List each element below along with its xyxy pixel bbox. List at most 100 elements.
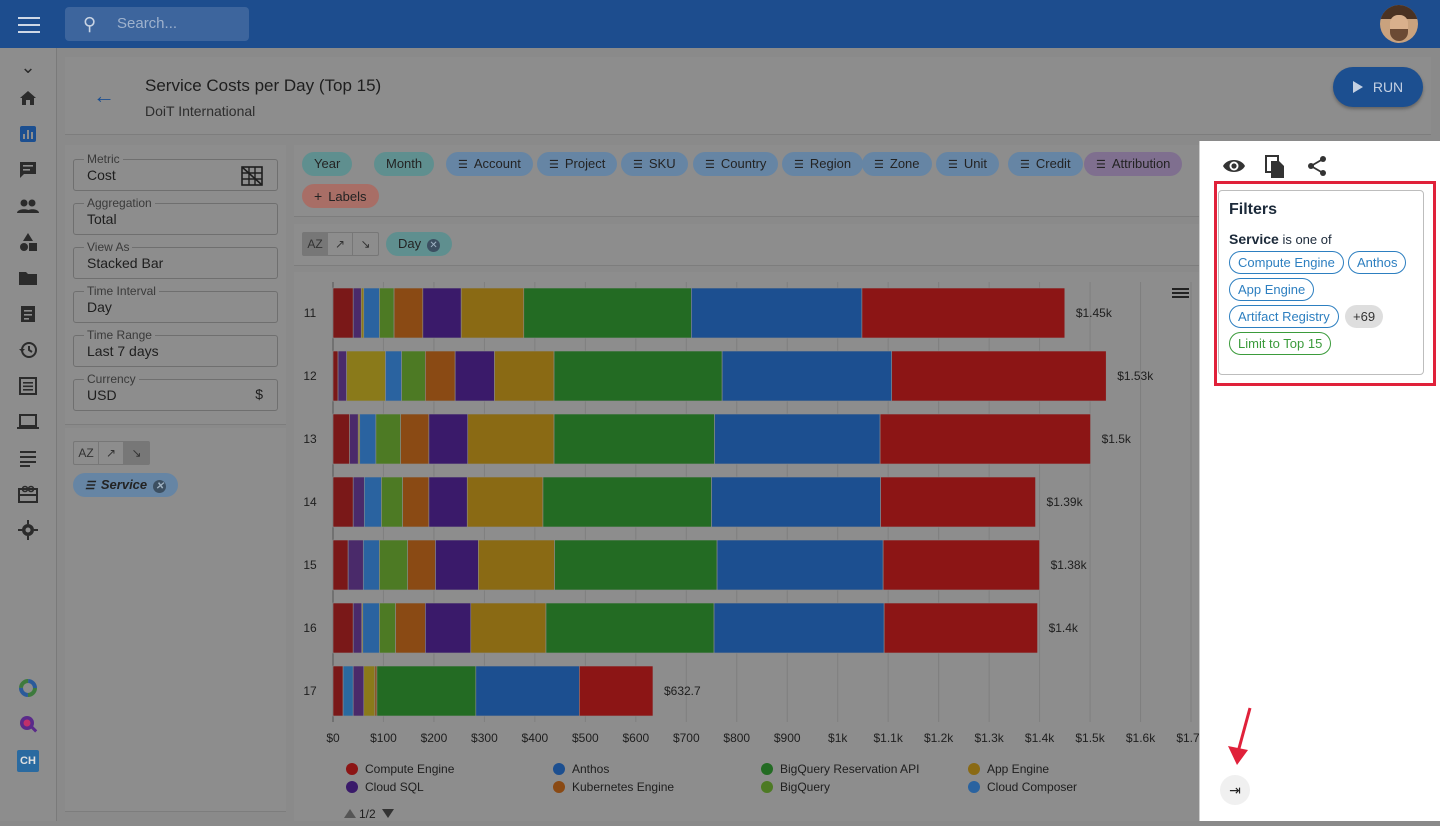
- gift-card-icon[interactable]: [17, 484, 39, 506]
- view-as-value: Stacked Bar: [87, 255, 164, 271]
- bar-segment: [435, 539, 479, 591]
- bar-total-label: $1.53k: [1117, 369, 1154, 383]
- back-arrow-icon[interactable]: ←: [93, 83, 115, 109]
- x-tick-label: $0: [326, 731, 340, 745]
- bar-segment: [475, 665, 580, 717]
- bar-segment: [362, 602, 380, 654]
- reports-icon[interactable]: [17, 124, 39, 146]
- project-chip[interactable]: ☰ Project: [537, 152, 618, 176]
- chevron-down-icon[interactable]: ⌄: [17, 56, 39, 78]
- copy-icon[interactable]: [1264, 155, 1286, 178]
- time-interval-select[interactable]: Time Interval Day: [73, 284, 278, 323]
- chat-icon[interactable]: [17, 160, 39, 182]
- side-navigation: ⌄ CH: [0, 48, 57, 821]
- rows-panel: AZ ↗ ↘ ☰ Service ✕: [65, 428, 286, 812]
- aggregation-label: Aggregation: [84, 196, 155, 210]
- ch-app-icon[interactable]: CH: [17, 750, 39, 772]
- bar-segment: [393, 287, 424, 339]
- metric-select[interactable]: Metric Cost: [73, 152, 278, 191]
- day-column-chip[interactable]: Day ✕: [386, 232, 453, 256]
- sort-descending-icon[interactable]: ↘: [124, 442, 149, 464]
- avatar[interactable]: [1380, 5, 1418, 43]
- attribution-chip[interactable]: ☰ Attribution: [1084, 152, 1183, 176]
- credit-chip[interactable]: ☰ Credit: [1008, 152, 1083, 176]
- folder-icon[interactable]: [17, 268, 39, 290]
- country-chip[interactable]: ☰ Country: [693, 152, 779, 176]
- year-chip[interactable]: Year: [302, 152, 353, 176]
- panel-toolbar: [1222, 155, 1328, 178]
- people-icon[interactable]: [17, 196, 39, 218]
- region-chip[interactable]: ☰ Region: [782, 152, 864, 176]
- search-box[interactable]: ⚲: [65, 7, 249, 41]
- labels-chip-label: Labels: [328, 189, 367, 204]
- run-button[interactable]: RUN: [1333, 67, 1423, 107]
- laptop-icon[interactable]: [17, 412, 39, 434]
- x-tick-label: $1.2k: [924, 731, 954, 745]
- unit-chip[interactable]: ☰ Unit: [936, 152, 999, 176]
- add-labels-chip[interactable]: + Labels: [302, 184, 379, 208]
- legend-swatch: [346, 763, 358, 775]
- account-chip[interactable]: ☰ Account: [446, 152, 533, 176]
- limit-top-chip[interactable]: Limit to Top 15: [1229, 332, 1332, 355]
- filter-value-chip[interactable]: Compute Engine: [1229, 251, 1344, 274]
- bar-segment: [332, 413, 350, 465]
- menu-icon[interactable]: [18, 14, 40, 34]
- list-box-icon[interactable]: [17, 376, 39, 398]
- invoice-icon[interactable]: [17, 304, 39, 326]
- column-sort-group: AZ ↗ ↘: [302, 232, 379, 256]
- filters-card: Filters Service is one of Compute Engine…: [1218, 190, 1424, 375]
- time-range-select[interactable]: Time Range Last 7 days: [73, 328, 278, 367]
- sku-chip[interactable]: ☰ SKU: [621, 152, 688, 176]
- collapse-panel-icon[interactable]: ⇥: [1220, 775, 1250, 805]
- view-as-select[interactable]: View As Stacked Bar: [73, 240, 278, 279]
- notes-icon[interactable]: [17, 448, 39, 470]
- legend-item: BigQuery: [780, 780, 830, 794]
- ring-app-icon[interactable]: [17, 678, 39, 700]
- search-input[interactable]: [117, 15, 237, 32]
- bar-segment: [352, 602, 363, 654]
- service-row-chip[interactable]: ☰ Service ✕: [73, 473, 179, 497]
- chart-menu-icon[interactable]: [1172, 286, 1189, 300]
- filter-value-chip[interactable]: Artifact Registry: [1229, 305, 1339, 328]
- currency-select[interactable]: Currency USD $: [73, 372, 278, 411]
- search-app-icon[interactable]: [17, 714, 39, 736]
- project-chip-label: Project: [564, 156, 606, 171]
- aggregation-select[interactable]: Aggregation Total: [73, 196, 278, 235]
- service-row-chip-label: Service: [100, 477, 148, 492]
- bar-segment: [374, 665, 378, 717]
- eye-icon[interactable]: [1222, 155, 1245, 177]
- month-chip[interactable]: Month: [374, 152, 435, 176]
- x-tick-label: $600: [622, 731, 649, 745]
- grid-off-icon[interactable]: [241, 166, 263, 186]
- time-interval-label: Time Interval: [84, 284, 159, 298]
- filter-value-chip[interactable]: Anthos: [1348, 251, 1407, 274]
- bar-segment: [494, 350, 555, 402]
- share-icon[interactable]: [1306, 155, 1328, 177]
- settings-gear-icon[interactable]: [17, 520, 39, 542]
- filter-value-chip[interactable]: App Engine: [1229, 278, 1315, 301]
- run-label: RUN: [1372, 79, 1404, 95]
- y-category-label: 11: [304, 306, 317, 320]
- sort-ascending-icon[interactable]: ↗: [328, 233, 353, 255]
- sort-az-button[interactable]: AZ: [303, 233, 328, 255]
- bar-segment: [402, 476, 430, 528]
- time-range-value: Last 7 days: [87, 343, 159, 359]
- filter-icon: ☰: [874, 159, 884, 171]
- sort-descending-icon[interactable]: ↘: [353, 233, 378, 255]
- pointer-arrow: [1228, 707, 1252, 765]
- remove-chip-icon[interactable]: ✕: [153, 480, 167, 493]
- history-icon[interactable]: [17, 340, 39, 362]
- filter-field: Service: [1229, 231, 1279, 247]
- shapes-icon[interactable]: [17, 232, 39, 254]
- more-values-badge[interactable]: +69: [1345, 305, 1384, 328]
- zone-chip[interactable]: ☰ Zone: [862, 152, 932, 176]
- y-category-label: 15: [303, 558, 317, 572]
- legend-item: Compute Engine: [365, 762, 455, 776]
- filter-icon: ☰: [1096, 159, 1106, 171]
- remove-chip-icon[interactable]: ✕: [427, 239, 441, 252]
- home-icon[interactable]: [17, 88, 39, 110]
- account-chip-label: Account: [473, 156, 521, 171]
- filters-title: Filters: [1229, 201, 1278, 218]
- sort-ascending-icon[interactable]: ↗: [99, 442, 124, 464]
- sort-az-button[interactable]: AZ: [74, 442, 99, 464]
